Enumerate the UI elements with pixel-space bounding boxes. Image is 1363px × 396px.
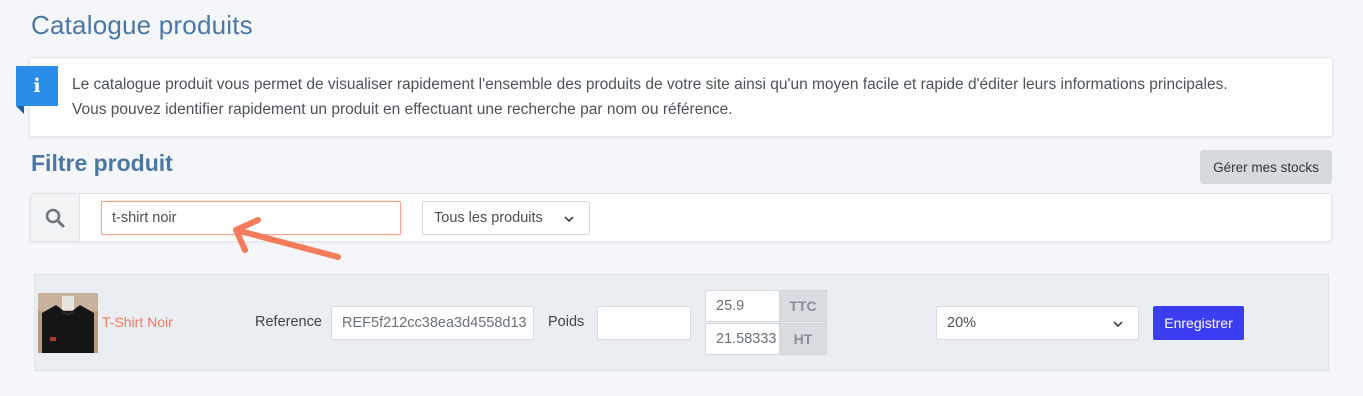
- price-ttc-field[interactable]: 25.9: [705, 290, 780, 322]
- save-button[interactable]: Enregistrer: [1153, 306, 1244, 340]
- vat-select[interactable]: 20%: [936, 306, 1139, 340]
- reference-value: REF5f212cc38ea3d4558d13: [342, 315, 527, 331]
- reference-label: Reference: [255, 314, 322, 330]
- product-name-link[interactable]: T-Shirt Noir: [102, 314, 173, 330]
- ttc-addon: TTC: [779, 290, 827, 322]
- reference-field[interactable]: REF5f212cc38ea3d4558d13: [331, 306, 534, 340]
- price-ht-field[interactable]: 21.58333: [705, 323, 780, 355]
- price-ttc-value: 25.9: [716, 298, 745, 314]
- ht-addon: HT: [779, 323, 827, 355]
- weight-label: Poids: [548, 314, 585, 330]
- product-thumbnail: [38, 293, 98, 353]
- weight-field[interactable]: [597, 306, 691, 340]
- vat-select-value: 20%: [947, 315, 977, 331]
- price-ht-value: 21.58333: [716, 331, 777, 347]
- chevron-down-icon: [1113, 321, 1123, 328]
